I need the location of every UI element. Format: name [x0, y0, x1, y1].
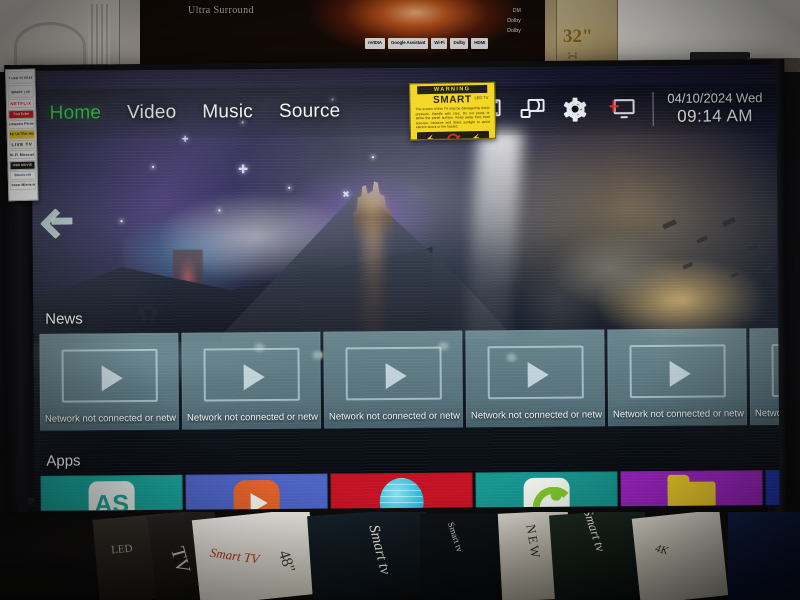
- nav-item-source[interactable]: Source: [279, 100, 341, 122]
- video-placeholder-icon: [629, 344, 726, 399]
- upper-tv-badge-row: nVIDIA Google Assistant Wi-Fi Dolby HDMI: [365, 38, 489, 49]
- news-card[interactable]: Networ: [749, 327, 780, 426]
- feature-sticker-row: Bluetooth: [9, 170, 36, 180]
- feature-sticker-row: USB MOVIE: [9, 160, 36, 170]
- upper-shelf-tv: Ultra Surround nVIDIA Google Assistant W…: [140, 0, 545, 70]
- feature-sticker-row: Wi-Fi Miracast: [9, 149, 36, 160]
- upper-tv-badge: Wi-Fi: [431, 38, 448, 49]
- photo-scene: Ultra Surround nVIDIA Google Assistant W…: [0, 0, 800, 600]
- warning-sticker: WARNING SMART LED TV The screen of this …: [409, 81, 497, 141]
- news-card[interactable]: Network not connected or netw: [181, 331, 322, 430]
- apps-tile-strip[interactable]: AS: [34, 469, 780, 511]
- warning-sticker-symbols: ⚡ ⚡: [416, 130, 490, 141]
- clock-widget: 04/10/2024 Wed 09:14 AM: [652, 89, 763, 127]
- wallpaper-debris: [652, 215, 779, 306]
- video-placeholder-icon: [345, 346, 442, 401]
- nav-item-music[interactable]: Music: [202, 101, 253, 123]
- app-tile-file-manager[interactable]: [620, 470, 763, 511]
- video-placeholder-icon: [203, 347, 300, 402]
- feature-sticker-row: YouTube: [8, 109, 35, 119]
- news-card-caption: Networ: [754, 407, 780, 420]
- news-card-caption: Network not connected or netw: [44, 412, 177, 425]
- carton-text: Smart TV: [209, 544, 261, 567]
- news-card-caption: Network not connected or netw: [612, 408, 744, 421]
- video-placeholder-icon: [487, 345, 584, 400]
- app-store-icon: AS: [88, 481, 135, 511]
- clock-date: 04/10/2024 Wed: [667, 89, 763, 106]
- feature-sticker-row: NETFLIX: [7, 98, 35, 109]
- upper-tv-badge: Google Assistant: [387, 38, 429, 49]
- feature-sticker-row: SMART LED TV FEATURES: [7, 70, 34, 85]
- feature-sticker: SMART LED TV FEATURES SMART | 4K NETFLIX…: [5, 68, 39, 202]
- news-card-caption: Network not connected or netw: [186, 411, 319, 424]
- tv-screen: ✚ ✖ ✚ ✿: [31, 65, 780, 511]
- video-placeholder-icon: [61, 348, 158, 403]
- screen-cast-icon[interactable]: [520, 98, 546, 121]
- clock-time: 09:14 AM: [677, 105, 754, 126]
- row-apps: Apps AS: [34, 447, 780, 511]
- upper-tv-corner-logo: Dolby: [507, 18, 521, 24]
- carton-text: Smart tv: [445, 520, 465, 554]
- carton-text: LED: [110, 542, 134, 557]
- main-navigation: Home Video Music Source: [32, 100, 341, 124]
- tv-top-bar: Home Video Music Source 04/10/2024 Wed 0…: [31, 83, 777, 139]
- upper-tv-corner-logos: DM Dolby Dolby: [507, 6, 521, 36]
- warning-sticker-title: WARNING: [417, 84, 488, 95]
- upper-tv-badge: HDMI: [471, 38, 489, 49]
- news-card[interactable]: Network not connected or netw: [465, 329, 606, 428]
- carton-text: TV: [166, 544, 195, 576]
- carton: Smart TV 48": [191, 512, 319, 600]
- blue-display-panel: [728, 512, 800, 600]
- warning-sticker-body: The screen of this TV may be damaged by …: [415, 105, 490, 130]
- scroll-left-icon[interactable]: [40, 204, 74, 238]
- settings-gear-icon[interactable]: [563, 97, 590, 122]
- nav-item-video[interactable]: Video: [127, 102, 176, 124]
- app-tile-browser[interactable]: [330, 472, 473, 511]
- network-disconnected-icon[interactable]: [608, 98, 635, 120]
- news-card-caption: Network not connected or netw: [470, 409, 603, 422]
- nav-item-home[interactable]: Home: [50, 102, 102, 124]
- carton-text: Smart tv: [365, 523, 394, 577]
- carton-text: 4K: [653, 542, 670, 558]
- row-news: News Network not connected or netw Netwo…: [33, 305, 780, 431]
- carton-text: 48": [274, 548, 298, 575]
- feature-sticker-row: Amazon Prime: [8, 119, 35, 130]
- feature-sticker-row: LIVE TV: [8, 139, 36, 150]
- status-bar: 04/10/2024 Wed 09:14 AM: [476, 89, 776, 128]
- carton: Smart tv: [307, 512, 433, 600]
- carton-text: Smart tv: [580, 512, 609, 554]
- floor-carton-stack: LED TV Smart TV 48" Smart tv Smart tv NE…: [0, 512, 800, 600]
- video-placeholder-icon: [771, 343, 780, 398]
- carton: 4K: [631, 512, 729, 600]
- carton: Smart tv: [420, 514, 508, 600]
- app-tile-media-player[interactable]: [185, 473, 328, 511]
- news-card[interactable]: Network not connected or netw: [39, 332, 180, 431]
- carton-size-label: 32": [563, 26, 593, 47]
- news-card-caption: Network not connected or netw: [328, 410, 461, 423]
- browser-globe-icon: [379, 477, 424, 511]
- feature-sticker-row: Screen Mirroring: [9, 180, 37, 191]
- app-tile-more-apps[interactable]: [765, 469, 780, 511]
- news-card[interactable]: Network not connected or netw: [607, 328, 748, 427]
- news-card-strip[interactable]: Network not connected or netw Network no…: [33, 327, 780, 431]
- upper-tv-badge: Dolby: [450, 38, 469, 49]
- news-card[interactable]: Network not connected or netw: [323, 330, 464, 429]
- smart-tv-unit: ✚ ✖ ✚ ✿: [4, 58, 788, 524]
- upper-tv-corner-logo: DM: [512, 8, 521, 14]
- carton-text: NEW: [523, 523, 544, 561]
- wall-poster-stripes: [88, 4, 110, 68]
- app-tile-media-center[interactable]: [475, 471, 618, 511]
- upper-tv-corner-logo: Dolby: [507, 28, 521, 34]
- feature-sticker-row: SMART | 4K: [7, 84, 34, 99]
- feature-sticker-row: 4K ULTRA HD: [8, 129, 35, 140]
- app-tile-app-store[interactable]: AS: [40, 474, 183, 511]
- upper-tv-label: Ultra Surround: [188, 5, 254, 16]
- warning-sticker-subtitle: LED TV: [474, 94, 489, 101]
- upper-tv-badge: nVIDIA: [365, 38, 385, 49]
- media-center-icon: [523, 477, 570, 511]
- media-player-app-icon: [233, 479, 280, 511]
